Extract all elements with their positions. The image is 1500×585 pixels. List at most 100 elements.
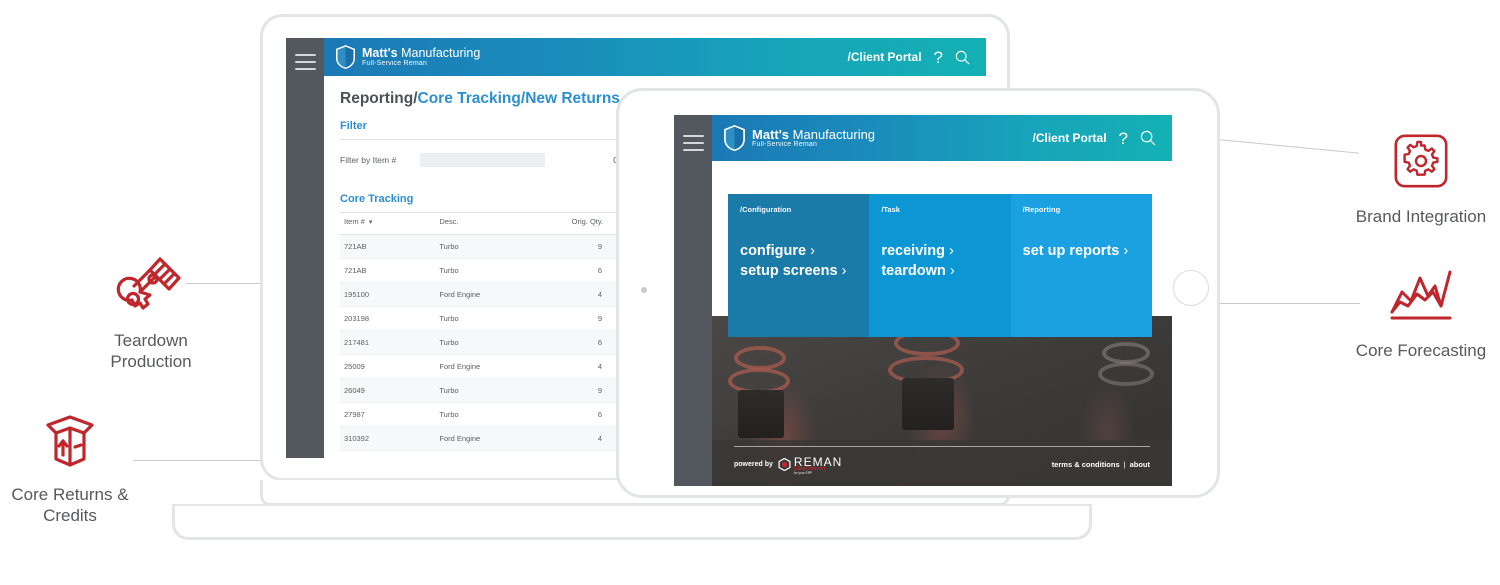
nav-tile[interactable]: /Task receiving › teardown › xyxy=(869,194,1011,337)
tablet-home-button[interactable] xyxy=(1173,270,1209,306)
callout-core-forecasting: Core Forecasting xyxy=(1346,258,1496,361)
shield-logo-icon xyxy=(336,45,355,69)
callout-brand-integration: Brand Integration xyxy=(1348,124,1494,227)
col-desc: Desc. xyxy=(435,213,568,236)
cell-desc: Turbo xyxy=(435,402,568,428)
tile-category: /Reporting xyxy=(1022,205,1061,214)
breadcrumb-new-returns[interactable]: New Returns xyxy=(525,90,620,107)
cell-item: 26049 xyxy=(340,378,436,404)
brand-logo: Matt's Manufacturing Full-Service Reman xyxy=(724,125,875,151)
chevron-down-icon[interactable]: ▾ xyxy=(367,219,373,226)
col-item-label: Item # xyxy=(344,217,365,226)
tile-category: /Task xyxy=(881,205,900,214)
question-mark-icon[interactable]: ? xyxy=(1119,130,1128,147)
brand-name-light: Manufacturing xyxy=(789,126,876,142)
laptop-header-actions: /Client Portal ? xyxy=(848,49,986,66)
chevron-right-icon: › xyxy=(841,263,847,279)
question-mark-icon[interactable]: ? xyxy=(934,49,943,66)
cell-item: 721AB xyxy=(340,258,436,284)
laptop-app-sidebar[interactable] xyxy=(286,38,324,458)
brand-name-bold: Matt's xyxy=(752,126,790,142)
terms-conditions-link[interactable]: terms & conditions xyxy=(1052,460,1120,469)
cell-item: 195100 xyxy=(340,282,436,308)
line-chart-icon xyxy=(1346,258,1496,332)
brand-tagline: Full-Service Reman xyxy=(362,59,428,67)
gear-icon xyxy=(1348,124,1494,198)
col-item[interactable]: Item # ▾ xyxy=(340,213,436,236)
filter-by-item-input[interactable] xyxy=(420,153,545,167)
cell-desc: Turbo xyxy=(435,378,568,404)
tablet-footer: powered by REMAN CoreConnect for your ER… xyxy=(712,440,1172,486)
tablet-page-content: /Configuration configure › setup screens ›… xyxy=(712,161,1172,486)
about-link[interactable]: about xyxy=(1130,460,1150,469)
chevron-right-icon: › xyxy=(949,243,954,259)
breadcrumb-core-tracking[interactable]: Core Tracking xyxy=(418,90,521,107)
callout-label: Core Returns & Credits xyxy=(11,485,129,525)
brand-name-light: Manufacturing xyxy=(397,45,481,60)
cylinder-decor xyxy=(738,390,784,438)
cell-item: 217481 xyxy=(340,330,436,356)
coil-spring-decor xyxy=(1098,362,1154,386)
nav-tile[interactable]: /Reporting set up reports › xyxy=(1010,194,1152,337)
reman-tagline: for your ERP xyxy=(793,471,813,475)
nav-tiles: /Configuration configure › setup screens ›… xyxy=(728,194,1152,337)
callout-label: Core Forecasting xyxy=(1355,341,1487,360)
client-portal-label[interactable]: /Client Portal xyxy=(848,50,922,64)
callout-core-returns-credits: Core Returns & Credits xyxy=(0,402,140,526)
cell-desc: Turbo xyxy=(435,258,568,284)
cell-item: 27987 xyxy=(340,402,436,428)
tablet-powered-by: powered by REMAN CoreConnect for your ER… xyxy=(734,454,842,475)
cell-item: 721AB xyxy=(340,234,436,260)
cell-desc: Turbo xyxy=(435,450,568,458)
chevron-right-icon: › xyxy=(949,263,955,279)
shield-logo-icon xyxy=(724,125,745,151)
nav-tile[interactable]: /Configuration configure › setup screens › xyxy=(728,194,870,337)
tile-link[interactable]: teardown › xyxy=(881,261,954,281)
tablet-screen: Matt's Manufacturing Full-Service Reman … xyxy=(674,115,1172,486)
tablet-footer-divider xyxy=(734,446,1150,447)
connector-line-forecasting xyxy=(1205,303,1360,304)
search-icon[interactable] xyxy=(955,50,970,65)
tile-link[interactable]: setup screens › xyxy=(740,261,846,281)
tablet-header-actions: /Client Portal ? xyxy=(1033,130,1172,147)
footer-pipe: | xyxy=(1123,460,1126,470)
cell-item: 324059 xyxy=(340,450,436,458)
chevron-right-icon: › xyxy=(810,243,815,259)
tablet-device: Matt's Manufacturing Full-Service Reman … xyxy=(616,88,1220,498)
filter-by-item-label: Filter by Item # xyxy=(340,155,397,165)
client-portal-label[interactable]: /Client Portal xyxy=(1033,131,1107,145)
brand-logo: Matt's Manufacturing Full-Service Reman xyxy=(336,45,480,69)
tablet-footer-links: terms & conditions | about xyxy=(1052,460,1150,469)
illustration-canvas: Matt's Manufacturing Full-Service Reman … xyxy=(0,0,1500,585)
laptop-base xyxy=(172,506,1092,540)
cell-desc: Ford Engine xyxy=(435,282,568,308)
cell-desc: Turbo xyxy=(435,234,568,260)
cell-desc: Ford Engine xyxy=(435,426,568,452)
reman-hex-icon xyxy=(778,458,791,472)
reman-logo: REMAN CoreConnect for your ERP xyxy=(778,454,842,475)
brand-tagline: Full-Service Reman xyxy=(752,141,818,149)
breadcrumb-root[interactable]: Reporting xyxy=(340,90,413,107)
brand-name-bold: Matt's xyxy=(362,45,398,60)
callout-teardown-production: Teardown Production xyxy=(88,248,214,372)
cylinder-decor xyxy=(902,378,954,430)
hamburger-menu-icon[interactable] xyxy=(683,135,704,156)
callout-label: Brand Integration xyxy=(1355,207,1487,226)
piston-icon xyxy=(88,248,214,322)
tile-link[interactable]: configure › xyxy=(740,241,846,261)
tablet-app-sidebar[interactable] xyxy=(674,115,712,486)
coil-spring-decor xyxy=(1102,342,1150,364)
tile-link[interactable]: set up reports › xyxy=(1023,241,1129,261)
search-icon[interactable] xyxy=(1140,130,1156,146)
hamburger-menu-icon[interactable] xyxy=(295,54,316,75)
callout-label: Teardown Production xyxy=(110,331,192,371)
cell-item: 310392 xyxy=(340,426,436,452)
cell-desc: Ford Engine xyxy=(435,354,568,380)
tile-category: /Configuration xyxy=(740,205,792,214)
tablet-app-header: Matt's Manufacturing Full-Service Reman … xyxy=(712,115,1172,161)
tablet-camera-icon xyxy=(641,287,647,293)
tile-link[interactable]: receiving › xyxy=(881,241,954,261)
laptop-app-header: Matt's Manufacturing Full-Service Reman … xyxy=(324,38,986,76)
cell-desc: Turbo xyxy=(435,306,568,332)
coil-spring-decor xyxy=(734,346,786,370)
